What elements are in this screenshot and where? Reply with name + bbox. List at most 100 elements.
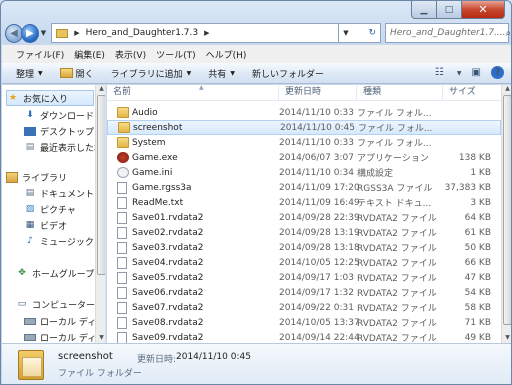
file-row[interactable]: Save04.rvdata2 2014/10/05 12:25 RVDATA2 ファ… (107, 255, 501, 270)
navigation-pane: ★ お気に入り ⬇ ダウンロード デスクトップ ▤ 最近表示した場 ライブラリ ▤ ドキ… (2, 85, 106, 343)
nav-local-disk-2[interactable]: ローカル ディス (24, 329, 105, 343)
file-row[interactable]: Game.exe 2014/06/07 3:07 アプリケーション 138 KB (107, 150, 501, 165)
nav-pictures[interactable]: ▨ ピクチャ (24, 201, 76, 217)
view-options-icon[interactable]: ☷ ▼ (435, 67, 462, 78)
preview-pane-icon[interactable]: ▣ (472, 67, 481, 78)
nav-scroll-thumb[interactable] (97, 95, 105, 275)
file-name-cell[interactable]: screenshot (108, 122, 280, 133)
file-name-cell[interactable]: Save01.rvdata2 (107, 211, 279, 224)
maximize-button[interactable]: □ (437, 1, 462, 19)
file-row[interactable]: Game.ini 2014/11/10 0:34 構成設定 1 KB (107, 165, 501, 180)
minimize-button[interactable]: ▁ (411, 1, 437, 19)
file-row[interactable]: Save05.rvdata2 2014/09/17 1:03 RVDATA2 ファイ… (107, 270, 501, 285)
file-row[interactable]: System 2014/11/10 0:33 ファイル フォル... (107, 135, 501, 150)
file-name-cell[interactable]: System (107, 137, 279, 148)
scroll-up-icon[interactable]: ▲ (96, 85, 105, 94)
new-folder-button[interactable]: 新しいフォルダー (252, 67, 324, 80)
nav-documents-label: ドキュメント (40, 189, 95, 200)
file-row[interactable]: screenshot 2014/11/10 0:45 ファイル フォル... (107, 120, 501, 135)
file-name-cell[interactable]: ReadMe.txt (107, 196, 279, 209)
file-row[interactable]: Game.rgss3a 2014/11/09 17:20 RGSS3A ファイル 37… (107, 180, 501, 195)
file-date: 2014/11/10 0:45 (280, 122, 355, 133)
add-to-library-button[interactable]: ライブラリに追加 ▼ (111, 67, 192, 80)
nav-recent[interactable]: ▤ 最近表示した場 (24, 139, 103, 155)
file-name-cell[interactable]: Audio (107, 107, 279, 118)
recent-pages-dropdown[interactable]: ▼ (41, 29, 48, 37)
scroll-down-icon[interactable]: ▼ (96, 334, 105, 343)
open-button[interactable]: 開く (59, 67, 94, 80)
file-name-cell[interactable]: Game.rgss3a (107, 181, 279, 194)
file-name-cell[interactable]: Save05.rvdata2 (107, 271, 279, 284)
details-date-label: 更新日時: (137, 355, 177, 365)
menu-edit[interactable]: 編集(E) (74, 48, 105, 61)
file-scroll-thumb[interactable] (503, 95, 511, 325)
organize-button[interactable]: 整理 ▼ (16, 67, 43, 80)
nav-homegroup[interactable]: ✥ ホームグループ (16, 265, 94, 281)
file-name-cell[interactable]: Save06.rvdata2 (107, 286, 279, 299)
nav-computer[interactable]: ▭ コンピューター (16, 296, 95, 312)
file-row[interactable]: Save09.rvdata2 2014/09/14 22:44 RVDATA2 ファ… (107, 330, 501, 343)
nav-libraries[interactable]: ライブラリ (6, 169, 67, 185)
address-bar[interactable]: ▶ Hero_and_Daughter1.7.3 ▶ (51, 23, 340, 43)
file-date: 2014/09/28 22:39 (279, 212, 360, 223)
nav-desktop[interactable]: デスクトップ (24, 123, 94, 139)
nav-downloads[interactable]: ⬇ ダウンロード (24, 107, 94, 123)
forward-button[interactable]: ▶ (20, 23, 39, 43)
file-row[interactable]: Audio 2014/11/10 0:33 ファイル フォル... (107, 105, 501, 120)
breadcrumb-current[interactable]: Hero_and_Daughter1.7.3 (86, 28, 198, 38)
file-name-cell[interactable]: Save03.rvdata2 (107, 241, 279, 254)
file-list-scrollbar[interactable]: ▲ ▼ (501, 85, 511, 343)
details-pane: screenshot 更新日時: 2014/11/10 0:45 ファイル フォ… (2, 343, 511, 384)
address-dropdown-icon[interactable]: ▼ (343, 29, 348, 37)
file-row[interactable]: Save03.rvdata2 2014/09/28 13:18 RVDATA2 ファ… (107, 240, 501, 255)
menu-help[interactable]: ヘルプ(H) (206, 48, 247, 61)
file-row[interactable]: ReadMe.txt 2014/11/09 16:49 テキスト ドキュ... 3 K… (107, 195, 501, 210)
breadcrumb-chevron-icon[interactable]: ▶ (204, 29, 209, 37)
file-type: RVDATA2 ファイル (357, 244, 437, 254)
help-icon[interactable]: ? (491, 66, 504, 79)
file-type: RVDATA2 ファイル (357, 214, 437, 224)
file-icon (117, 226, 127, 239)
file-size: 138 KB (458, 152, 491, 163)
nav-documents[interactable]: ▤ ドキュメント (24, 185, 94, 201)
file-row[interactable]: Save02.rvdata2 2014/09/28 13:19 RVDATA2 ファ… (107, 225, 501, 240)
column-size[interactable]: サイズ (443, 85, 501, 101)
file-size: 64 KB (464, 212, 491, 223)
search-icon[interactable]: ⌕ (506, 28, 511, 39)
refresh-icon[interactable]: ↻ (368, 28, 376, 38)
file-name: Save05.rvdata2 (132, 272, 204, 283)
nav-music[interactable]: ♪ ミュージック (24, 233, 94, 249)
menu-file[interactable]: ファイル(F) (16, 48, 64, 61)
file-icon (117, 241, 127, 254)
nav-scrollbar[interactable]: ▲ ▼ (95, 85, 105, 343)
file-name-cell[interactable]: Save02.rvdata2 (107, 226, 279, 239)
breadcrumb-chevron-icon[interactable]: ▶ (74, 29, 79, 37)
menu-view[interactable]: 表示(V) (115, 48, 146, 61)
nav-local-disk-1[interactable]: ローカル ディス (24, 313, 105, 329)
scroll-down-icon[interactable]: ▼ (502, 334, 511, 343)
column-name[interactable]: 名前 (107, 85, 279, 101)
file-row[interactable]: Save06.rvdata2 2014/09/17 1:32 RVDATA2 ファイ… (107, 285, 501, 300)
close-button[interactable]: ✕ (462, 1, 505, 19)
file-row[interactable]: Save01.rvdata2 2014/09/28 22:39 RVDATA2 ファ… (107, 210, 501, 225)
search-input[interactable]: Hero_and_Daughter1.7.... ⌕ (384, 23, 511, 43)
scroll-up-icon[interactable]: ▲ (502, 85, 511, 94)
toolbar-right: ☷ ▼ ▣ ? (425, 66, 504, 79)
homegroup-icon: ✥ (18, 268, 26, 278)
nav-favorites[interactable]: ★ お気に入り (6, 90, 94, 106)
file-name-cell[interactable]: Save08.rvdata2 (107, 316, 279, 329)
column-type[interactable]: 種類 (357, 85, 443, 101)
file-name-cell[interactable]: Game.ini (107, 167, 279, 178)
file-row[interactable]: Save07.rvdata2 2014/09/22 0:31 RVDATA2 ファイ… (107, 300, 501, 315)
share-button[interactable]: 共有 ▼ (208, 67, 235, 80)
file-type: RVDATA2 ファイル (357, 229, 437, 239)
file-name-cell[interactable]: Save04.rvdata2 (107, 256, 279, 269)
menu-tools[interactable]: ツール(T) (156, 48, 196, 61)
file-name-cell[interactable]: Save09.rvdata2 (107, 331, 279, 343)
file-name-cell[interactable]: Game.exe (107, 152, 279, 163)
organize-label: 整理 (16, 69, 35, 80)
file-row[interactable]: Save08.rvdata2 2014/10/05 13:37 RVDATA2 ファ… (107, 315, 501, 330)
nav-videos[interactable]: ▦ ビデオ (24, 217, 67, 233)
file-name-cell[interactable]: Save07.rvdata2 (107, 301, 279, 314)
column-date[interactable]: 更新日時 (279, 85, 357, 101)
